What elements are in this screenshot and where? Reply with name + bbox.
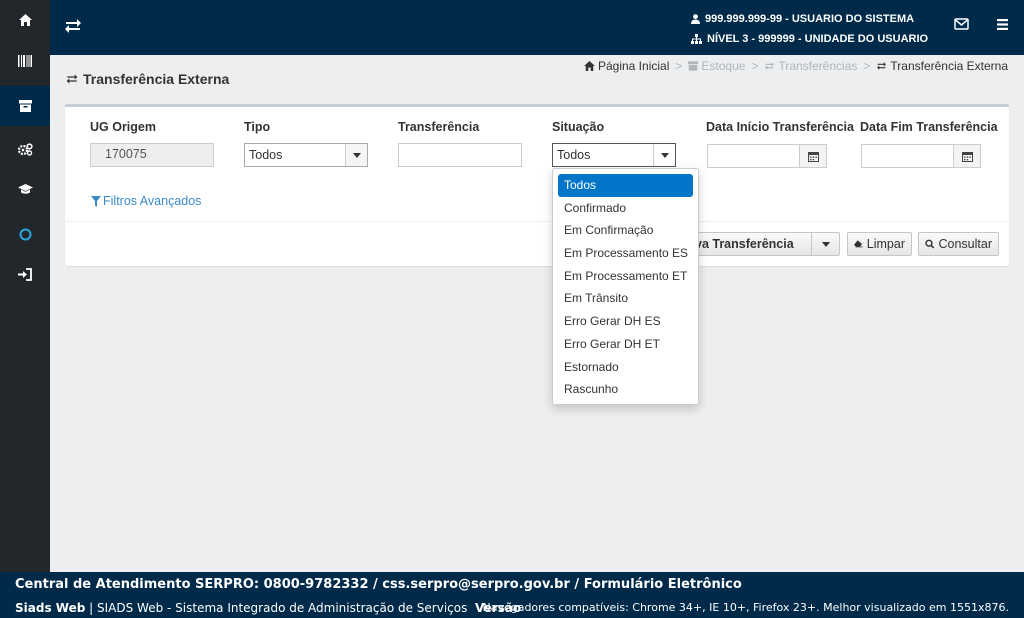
tipo-select-value: Todos	[249, 148, 283, 162]
home-icon	[18, 14, 32, 26]
limpar-button[interactable]: Limpar	[847, 232, 912, 256]
chevron-down-icon	[653, 144, 675, 166]
breadcrumb-separator: >	[863, 59, 871, 73]
tipo-select[interactable]: Todos	[244, 143, 368, 167]
user-unit: NÍVEL 3 - 999999 - UNIDADE DO USUARIO	[707, 33, 929, 45]
circle-icon	[19, 228, 31, 240]
data-fim-calendar-button[interactable]	[953, 144, 981, 168]
breadcrumb-current: Transferência Externa	[876, 59, 1008, 73]
barcode-icon	[18, 55, 32, 67]
cogs-icon	[17, 142, 33, 156]
calendar-icon	[961, 151, 973, 162]
situacao-option[interactable]: Em Processamento ET	[558, 265, 693, 288]
tipo-label: Tipo	[244, 120, 271, 134]
sidebar	[0, 0, 50, 572]
situacao-option[interactable]: Confirmado	[558, 197, 693, 220]
limpar-label: Limpar	[866, 237, 905, 251]
situacao-option[interactable]: Em Confirmação	[558, 219, 693, 242]
archive-icon	[18, 100, 32, 112]
breadcrumb-estoque[interactable]: Estoque	[688, 59, 745, 73]
ug-origem-label: UG Origem	[90, 120, 156, 134]
situacao-select[interactable]: Todos	[552, 143, 676, 167]
breadcrumb-label: Transferência Externa	[890, 59, 1008, 73]
breadcrumb-home[interactable]: Página Inicial	[584, 59, 669, 73]
advanced-filters-label: Filtros Avançados	[103, 194, 202, 208]
exchange-icon	[877, 62, 887, 70]
calendar-icon	[807, 151, 819, 162]
situacao-option[interactable]: Erro Gerar DH ES	[558, 310, 693, 333]
breadcrumb-separator: >	[751, 59, 759, 73]
chevron-down-icon	[345, 144, 367, 166]
sitemap-icon	[691, 34, 702, 44]
situacao-option[interactable]: Em Trânsito	[558, 287, 693, 310]
situacao-option[interactable]: Todos	[558, 174, 693, 197]
top-navbar: 999.999.999-99 - USUARIO DO SISTEMA NÍVE…	[50, 0, 1024, 55]
advanced-filters-link[interactable]: Filtros Avançados	[91, 194, 201, 208]
nova-transferencia-button[interactable]: va Transferência	[690, 232, 840, 256]
situacao-option[interactable]: Rascunho	[558, 378, 693, 401]
chevron-down-icon	[821, 241, 830, 247]
consultar-button[interactable]: Consultar	[918, 232, 999, 256]
data-fim-input[interactable]	[861, 144, 955, 168]
user-info: 999.999.999-99 - USUARIO DO SISTEMA NÍVE…	[691, 9, 928, 49]
search-icon	[925, 239, 935, 249]
data-inicio-label: Data Início Transferência	[706, 120, 854, 134]
exchange-icon	[765, 62, 775, 70]
envelope-icon[interactable]	[954, 18, 969, 30]
sidebar-item-barcode[interactable]	[0, 41, 50, 81]
data-inicio-input[interactable]	[707, 144, 801, 168]
consultar-label: Consultar	[938, 237, 993, 251]
archive-icon	[688, 61, 699, 71]
footer-system-name: SIADS Web - Sistema Integrado de Adminis…	[97, 601, 468, 615]
breadcrumb-separator: >	[675, 59, 683, 73]
footer-brand: Siads Web	[15, 601, 86, 615]
bars-icon[interactable]	[997, 19, 1008, 30]
situacao-select-value: Todos	[557, 148, 591, 162]
data-inicio-calendar-button[interactable]	[799, 144, 827, 168]
user-name: 999.999.999-99 - USUARIO DO SISTEMA	[705, 13, 915, 25]
graduation-cap-icon	[17, 184, 33, 194]
footer-browser-compat: Navegadores compatíveis: Chrome 34+, IE …	[482, 601, 1009, 614]
eraser-icon	[854, 240, 863, 248]
breadcrumb-transferencias[interactable]: Transferências	[764, 59, 857, 73]
nova-transferencia-caret[interactable]	[811, 233, 839, 255]
nova-transferencia-label: va Transferência	[695, 237, 794, 251]
sidebar-item-estoque[interactable]	[0, 86, 50, 126]
situacao-option[interactable]: Em Processamento ES	[558, 242, 693, 265]
situacao-dropdown-list: Todos Confirmado Em Confirmação Em Processa…	[552, 168, 699, 405]
exchange-icon[interactable]	[64, 17, 82, 35]
breadcrumb-label: Transferências	[778, 59, 858, 73]
transferencia-input[interactable]	[398, 143, 522, 167]
breadcrumb-label: Estoque	[701, 59, 746, 73]
home-icon	[584, 61, 595, 71]
page-title-text: Transferência Externa	[83, 71, 230, 87]
footer-separator: |	[89, 601, 94, 615]
situacao-option[interactable]: Estornado	[558, 356, 693, 379]
footer-contact: Central de Atendimento SERPRO: 0800-9782…	[15, 577, 742, 592]
situacao-label: Situação	[552, 120, 605, 134]
page-title: Transferência Externa	[65, 71, 229, 87]
sidebar-item-home[interactable]	[0, 0, 50, 40]
user-icon	[691, 14, 700, 24]
site-footer: Central de Atendimento SERPRO: 0800-9782…	[0, 572, 1024, 618]
transferencia-label: Transferência	[398, 120, 480, 134]
sidebar-item-training[interactable]	[0, 169, 50, 209]
data-fim-label: Data Fim Transferência	[860, 120, 998, 134]
exchange-icon	[66, 74, 78, 84]
sidebar-item-status[interactable]	[0, 214, 50, 254]
sidebar-item-settings[interactable]	[0, 129, 50, 169]
ug-origem-field: 170075	[90, 143, 214, 167]
filter-icon	[91, 195, 101, 207]
breadcrumb-label: Página Inicial	[597, 59, 670, 73]
sidebar-item-logout[interactable]	[0, 254, 50, 294]
sign-in-icon	[18, 267, 32, 281]
breadcrumb: Página Inicial > Estoque > Transferência…	[584, 59, 1008, 73]
footer-system-info: Siads Web | SIADS Web - Sistema Integrad…	[15, 601, 521, 615]
situacao-option[interactable]: Erro Gerar DH ET	[558, 333, 693, 356]
